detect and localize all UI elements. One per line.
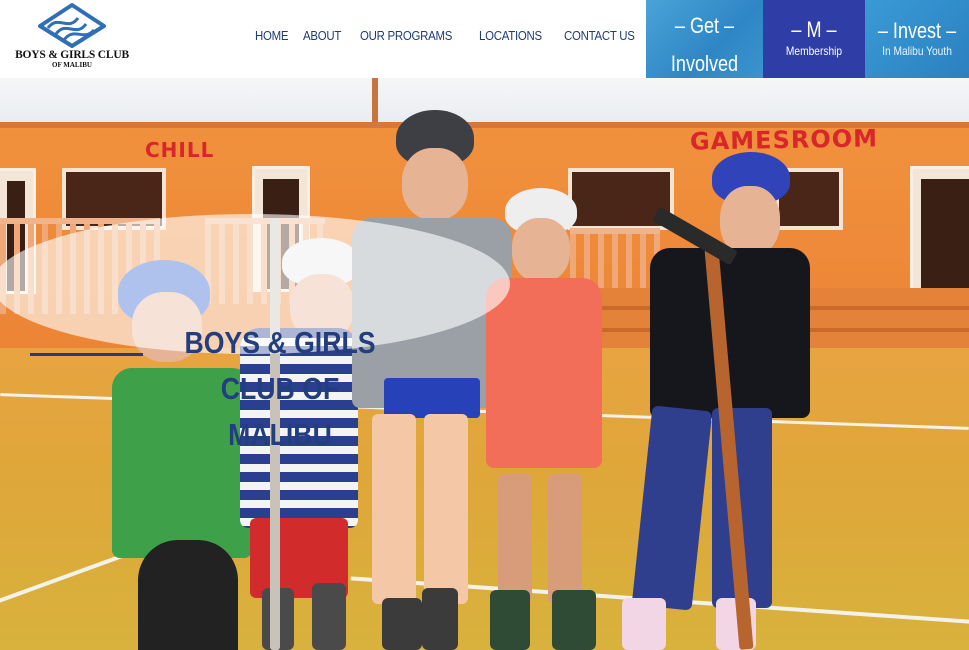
logo-title: BOYS & GIRLS CLUB bbox=[15, 49, 129, 61]
chill-sign: CHILL bbox=[145, 138, 215, 162]
get-involved-label: Involved bbox=[670, 51, 739, 76]
gamesroom-sign: GAMESROOM bbox=[689, 124, 879, 156]
main-nav: HOME ABOUT OUR PROGRAMS LOCATIONS CONTAC… bbox=[255, 28, 669, 50]
get-involved-button[interactable]: – Get – Involved bbox=[646, 0, 763, 78]
invest-heading: – Invest – bbox=[877, 18, 957, 43]
invest-label: In Malibu Youth bbox=[882, 44, 952, 58]
site-header: BOYS & GIRLS CLUB OF MALIBU HOME ABOUT O… bbox=[0, 0, 969, 78]
hero-title-line2: CLUB OF MALIBU bbox=[220, 371, 340, 452]
hero-photo: CHILL GAMESROOM bbox=[0, 78, 969, 650]
sky bbox=[0, 78, 969, 126]
hero-title-accent-line bbox=[30, 353, 143, 356]
club-logo-icon bbox=[38, 3, 106, 48]
invest-button[interactable]: – Invest – In Malibu Youth bbox=[865, 0, 969, 78]
hero-title-line1: BOYS & GIRLS bbox=[184, 325, 376, 360]
membership-button[interactable]: – M – Membership bbox=[763, 0, 865, 78]
club-logo[interactable]: BOYS & GIRLS CLUB OF MALIBU bbox=[6, 2, 138, 76]
membership-label: Membership bbox=[785, 44, 843, 58]
nav-our-programs[interactable]: OUR PROGRAMS bbox=[360, 28, 452, 50]
hero-title: BOYS & GIRLS CLUB OF MALIBU bbox=[168, 320, 392, 458]
nav-home[interactable]: HOME bbox=[255, 28, 289, 50]
logo-subtitle: OF MALIBU bbox=[52, 61, 92, 69]
membership-heading: – M – bbox=[791, 17, 837, 42]
get-involved-heading: – Get – bbox=[674, 13, 735, 38]
nav-contact-us[interactable]: CONTACT US bbox=[564, 28, 635, 50]
door bbox=[910, 166, 969, 296]
nav-locations[interactable]: LOCATIONS bbox=[479, 28, 542, 50]
nav-about[interactable]: ABOUT bbox=[303, 28, 341, 50]
